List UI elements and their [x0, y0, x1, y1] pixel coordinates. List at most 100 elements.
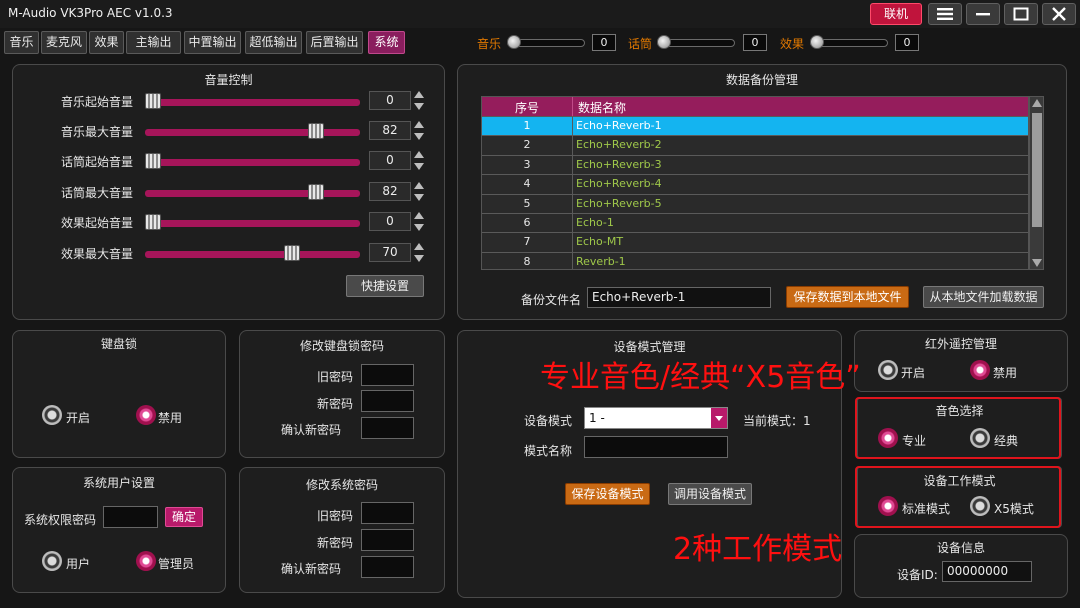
backup-table: 序号 数据名称 1 Echo+Reverb-1 2 Echo+Reverb-2 3 Ech… [481, 96, 1029, 270]
table-row[interactable]: 6 Echo-1 [482, 213, 1028, 233]
spin-up-icon[interactable] [414, 121, 424, 128]
volume-row-spinner[interactable] [414, 91, 424, 110]
tone-classic-radio[interactable] [970, 428, 990, 448]
volume-row-spinner[interactable] [414, 212, 424, 231]
table-row[interactable]: 7 Echo-MT [482, 232, 1028, 253]
table-row[interactable]: 4 Echo+Reverb-4 [482, 174, 1028, 195]
system-pwd-confirm-button[interactable]: 确定 [165, 507, 203, 527]
table-row[interactable]: 1 Echo+Reverb-1 [482, 116, 1028, 136]
system-confirm-pwd-input[interactable] [361, 556, 414, 578]
device-mode-label: 设备模式 [524, 414, 573, 428]
save-to-local-button[interactable]: 保存数据到本地文件 [786, 286, 909, 308]
volume-row-slider-knob[interactable] [145, 153, 161, 169]
volume-row-value[interactable]: 0 [369, 212, 411, 231]
tab-microphone[interactable]: 麦克风 [41, 31, 87, 54]
volume-row-value[interactable]: 82 [369, 121, 411, 140]
spin-down-icon[interactable] [414, 133, 424, 140]
spin-down-icon[interactable] [414, 255, 424, 262]
system-pwd-input[interactable] [103, 506, 158, 528]
tab-system[interactable]: 系统 [368, 31, 405, 54]
table-row[interactable]: 5 Echo+Reverb-5 [482, 193, 1028, 214]
mode-name-input[interactable] [584, 436, 728, 458]
spin-down-icon[interactable] [414, 103, 424, 110]
volume-row-slider-knob[interactable] [308, 123, 325, 139]
volume-row-spinner[interactable] [414, 151, 424, 170]
table-scrollbar[interactable] [1029, 96, 1044, 270]
system-new-pwd-input[interactable] [361, 529, 414, 551]
device-id-label: 设备ID: [897, 568, 938, 582]
load-from-local-button[interactable]: 从本地文件加载数据 [923, 286, 1044, 308]
volume-row-slider-knob[interactable] [284, 245, 301, 261]
volume-row-slider[interactable] [145, 220, 360, 227]
keylock-on-radio[interactable] [42, 405, 62, 425]
volume-row-spinner[interactable] [414, 182, 424, 201]
spin-down-icon[interactable] [414, 194, 424, 201]
volume-row-slider-knob[interactable] [308, 184, 325, 200]
keylock-old-pwd-input[interactable] [361, 364, 414, 386]
table-row[interactable]: 8 Reverb-1 [482, 251, 1028, 269]
backup-filename-input[interactable]: Echo+Reverb-1 [587, 287, 771, 308]
scroll-down-icon[interactable] [1032, 259, 1042, 267]
ir-off-radio[interactable] [970, 360, 990, 380]
tab-music[interactable]: 音乐 [4, 31, 39, 54]
work-mode-x5-radio[interactable] [970, 496, 990, 516]
ir-on-radio[interactable] [878, 360, 898, 380]
device-id-field[interactable]: 00000000 [942, 561, 1032, 582]
scrollbar-thumb[interactable] [1032, 113, 1042, 227]
volume-row-slider-knob[interactable] [145, 214, 161, 230]
spin-up-icon[interactable] [414, 91, 424, 98]
spin-up-icon[interactable] [414, 243, 424, 250]
device-mode-select[interactable]: 1 - [584, 407, 728, 429]
role-user-radio[interactable] [42, 551, 62, 571]
system-old-pwd-input[interactable] [361, 502, 414, 524]
top-slider-effect-value[interactable]: 0 [895, 34, 919, 51]
spin-down-icon[interactable] [414, 224, 424, 231]
keylock-new-pwd-input[interactable] [361, 390, 414, 412]
spin-up-icon[interactable] [414, 182, 424, 189]
volume-row-spinner[interactable] [414, 243, 424, 262]
volume-row-slider[interactable] [145, 159, 360, 166]
chevron-down-icon[interactable] [711, 408, 727, 428]
volume-row-slider[interactable] [145, 190, 360, 197]
role-admin-radio[interactable] [136, 551, 156, 571]
volume-row-value[interactable]: 0 [369, 91, 411, 110]
top-slider-mic-knob[interactable] [657, 35, 671, 49]
scroll-up-icon[interactable] [1032, 99, 1042, 107]
tone-pro-radio[interactable] [878, 428, 898, 448]
volume-row-slider-knob[interactable] [145, 93, 161, 109]
volume-row-slider[interactable] [145, 99, 360, 106]
volume-row-value[interactable]: 70 [369, 243, 411, 262]
tab-sub-output[interactable]: 超低输出 [245, 31, 302, 54]
work-mode-std-radio[interactable] [878, 496, 898, 516]
volume-row-value[interactable]: 0 [369, 151, 411, 170]
maximize-button[interactable] [1004, 3, 1038, 25]
volume-row-slider[interactable] [145, 129, 360, 136]
tab-main-output[interactable]: 主输出 [126, 31, 181, 54]
minimize-button[interactable] [966, 3, 1000, 25]
volume-row-slider[interactable] [145, 251, 360, 258]
close-button[interactable] [1042, 3, 1076, 25]
quick-settings-button[interactable]: 快捷设置 [346, 275, 424, 297]
top-slider-mic-value[interactable]: 0 [743, 34, 767, 51]
table-row[interactable]: 3 Echo+Reverb-3 [482, 154, 1028, 175]
top-slider-effect-knob[interactable] [810, 35, 824, 49]
save-device-mode-button[interactable]: 保存设备模式 [565, 483, 650, 505]
load-device-mode-button[interactable]: 调用设备模式 [668, 483, 752, 505]
tab-effect[interactable]: 效果 [89, 31, 124, 54]
spin-down-icon[interactable] [414, 163, 424, 170]
annotation-tone: 专业音色/经典“X5音色” [540, 360, 861, 395]
tab-center-output[interactable]: 中置输出 [184, 31, 241, 54]
menu-button[interactable] [928, 3, 962, 25]
volume-row-value[interactable]: 82 [369, 182, 411, 201]
table-row[interactable]: 2 Echo+Reverb-2 [482, 135, 1028, 156]
role-user-label: 用户 [66, 557, 91, 571]
top-slider-music-knob[interactable] [507, 35, 521, 49]
connect-button[interactable]: 联机 [870, 3, 922, 25]
top-slider-music-value[interactable]: 0 [592, 34, 616, 51]
volume-row-spinner[interactable] [414, 121, 424, 140]
keylock-off-radio[interactable] [136, 405, 156, 425]
keylock-confirm-pwd-input[interactable] [361, 417, 414, 439]
spin-up-icon[interactable] [414, 212, 424, 219]
spin-up-icon[interactable] [414, 151, 424, 158]
tab-rear-output[interactable]: 后置输出 [306, 31, 363, 54]
